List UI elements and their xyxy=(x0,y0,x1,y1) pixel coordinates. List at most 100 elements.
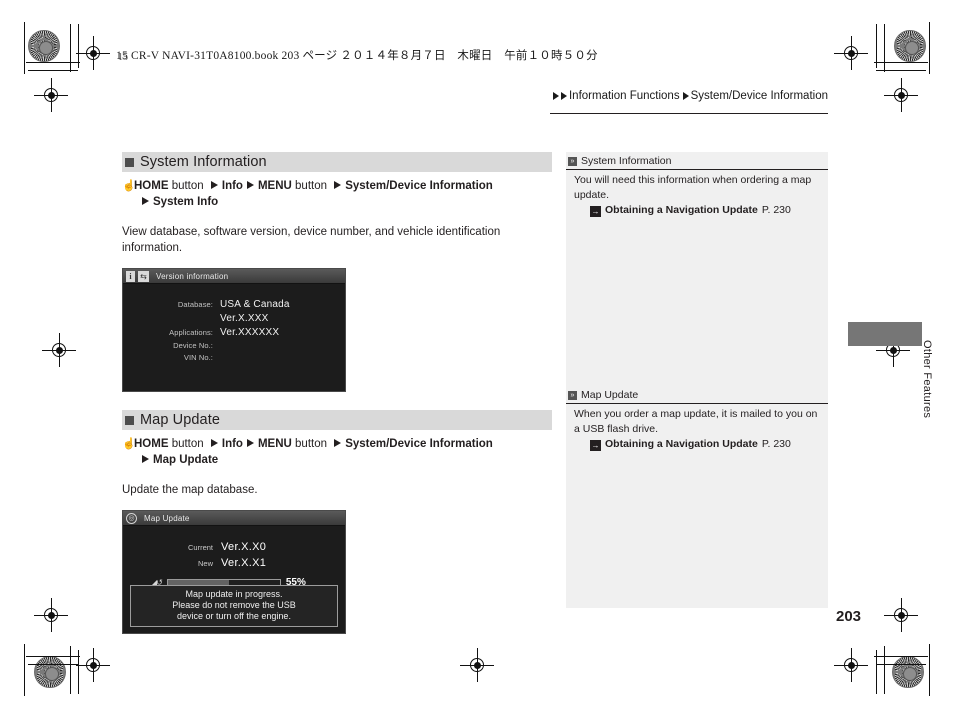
path-token-system-device-information: System/Device Information xyxy=(345,438,493,450)
map-update-message-box: Map update in progress. Please do not re… xyxy=(130,585,338,627)
chapter-thumb-tab-label: Other Features xyxy=(921,340,933,419)
note-title: Map Update xyxy=(581,389,639,401)
note-header: » System Information xyxy=(566,152,828,169)
info-icon: i xyxy=(126,270,135,282)
note-divider xyxy=(566,169,828,170)
registration-mark-left-lower xyxy=(34,598,68,632)
nav-screen-title: Map Update xyxy=(144,513,190,523)
field-value-database: USA & Canada xyxy=(220,299,290,310)
xref-page: P. 230 xyxy=(761,438,791,450)
field-label-database: Database: xyxy=(177,300,213,309)
hand-pointer-icon: ☝ xyxy=(122,438,136,450)
note-cross-reference[interactable]: → Obtaining a Navigation Update P. 230 xyxy=(566,203,828,218)
path-token-info: Info xyxy=(221,438,243,450)
field-value-new: Ver.X.X1 xyxy=(221,557,267,569)
path-token-button: button xyxy=(168,180,207,192)
note-divider xyxy=(566,403,828,404)
triangle-right-icon xyxy=(552,92,559,100)
triangle-right-icon xyxy=(682,92,689,100)
square-bullet-icon xyxy=(125,415,134,425)
hand-pointer-icon: ☝ xyxy=(122,180,136,192)
path-token-map-update: Map Update xyxy=(153,454,219,466)
triangle-right-icon xyxy=(246,180,254,189)
triangle-right-icon xyxy=(142,454,149,463)
registration-mark-left-upper xyxy=(34,78,68,112)
nav-screen-titlebar: ◎ Map Update xyxy=(123,511,345,526)
nav-screen-version-information: i ⇆ Version information Database: USA & … xyxy=(122,268,346,392)
nav-screen-titlebar: i ⇆ Version information xyxy=(123,269,345,284)
path-token-info: Info xyxy=(221,180,243,192)
path-token-button: button xyxy=(168,438,207,450)
page-number: 203 xyxy=(836,608,862,625)
triangle-right-icon xyxy=(210,438,218,447)
note-marker-icon: » xyxy=(568,390,577,400)
field-value-database-version: Ver.X.XXX xyxy=(220,313,269,324)
path-token-home: HOME xyxy=(134,180,169,192)
color-registration-starburst-top-left xyxy=(28,30,60,62)
table-row: Ver.X.XXX xyxy=(123,313,345,324)
color-registration-starburst-top-right xyxy=(894,30,926,62)
registration-mark-right-lower xyxy=(884,598,918,632)
path-token-system-device-information: System/Device Information xyxy=(345,180,493,192)
triangle-right-icon xyxy=(334,180,342,189)
message-line-1: Map update in progress. xyxy=(185,589,283,599)
triangle-right-icon xyxy=(142,196,149,205)
path-token-button-2: button xyxy=(291,438,331,450)
triangle-right-icon xyxy=(334,438,342,447)
sidebar-notes-panel: » System Information You will need this … xyxy=(566,152,828,608)
xref-label: Obtaining a Navigation Update xyxy=(605,438,758,450)
triangle-right-icon xyxy=(246,438,254,447)
nav-screen-map-update: ◎ Map Update Current Ver.X.X0 New Ver.X.… xyxy=(122,510,346,634)
table-row: Current Ver.X.X0 xyxy=(123,541,345,553)
note-body: When you order a map update, it is maile… xyxy=(574,408,818,435)
map-update-fields: Current Ver.X.X0 New Ver.X.X1 xyxy=(123,541,345,573)
section-title: System Information xyxy=(140,154,267,170)
breadcrumb: Information Functions System/Device Info… xyxy=(552,90,828,102)
note-system-information: » System Information You will need this … xyxy=(566,152,828,218)
xref-page: P. 230 xyxy=(761,204,791,216)
path-token-system-info: System Info xyxy=(153,196,219,208)
breadcrumb-item-system-device-information: System/Device Information xyxy=(690,90,828,102)
message-line-2: Please do not remove the USB xyxy=(172,600,296,610)
xref-label: Obtaining a Navigation Update xyxy=(605,204,758,216)
return-arrow-icon[interactable]: ⇆ xyxy=(138,270,149,282)
version-info-fields: Database: USA & Canada Ver.X.XXX Applica… xyxy=(123,299,345,365)
field-label-vin-no: VIN No.: xyxy=(183,353,213,362)
jump-arrow-icon: → xyxy=(590,440,601,451)
menu-path-system-information: ☝HOME button Info MENU button System/Devi… xyxy=(122,178,552,210)
header-divider xyxy=(550,113,828,114)
field-label-applications: Applications: xyxy=(169,328,213,337)
menu-path-map-update: ☝HOME button Info MENU button System/Devi… xyxy=(122,436,552,468)
map-update-circle-icon: ◎ xyxy=(126,512,137,524)
section-title: Map Update xyxy=(140,412,220,428)
note-body: You will need this information when orde… xyxy=(574,174,812,201)
path-token-button-2: button xyxy=(291,180,331,192)
registration-mark-right-upper xyxy=(884,78,918,112)
table-row: Applications: Ver.XXXXXX xyxy=(123,327,345,338)
section-body-system-information: View database, software version, device … xyxy=(122,226,501,254)
nav-screen-title: Version information xyxy=(156,271,229,281)
note-cross-reference[interactable]: → Obtaining a Navigation Update P. 230 xyxy=(566,437,828,452)
section-heading-map-update: Map Update xyxy=(122,410,552,430)
section-heading-system-information: System Information xyxy=(122,152,552,172)
field-label-device-no: Device No.: xyxy=(173,341,213,350)
breadcrumb-item-information-functions: Information Functions xyxy=(568,90,680,102)
message-line-3: device or turn off the engine. xyxy=(177,611,291,621)
note-title: System Information xyxy=(581,155,672,167)
color-registration-starburst-bottom-left xyxy=(34,656,66,688)
table-row: Database: USA & Canada xyxy=(123,299,345,310)
jump-arrow-icon: → xyxy=(590,206,601,217)
color-registration-starburst-bottom-right xyxy=(892,656,924,688)
path-token-menu: MENU xyxy=(257,438,292,450)
table-row: Device No.: xyxy=(123,341,345,350)
registration-mark-top-left xyxy=(76,36,110,70)
triangle-right-icon xyxy=(560,92,567,100)
field-label-current: Current xyxy=(187,543,213,552)
registration-mark-left-middle xyxy=(42,333,76,367)
registration-mark-bottom-center xyxy=(460,648,494,682)
triangle-right-icon xyxy=(210,180,218,189)
main-content-column: System Information ☝HOME button Info MENU… xyxy=(122,152,552,634)
square-bullet-icon xyxy=(125,157,134,167)
path-token-menu: MENU xyxy=(257,180,292,192)
field-value-applications: Ver.XXXXXX xyxy=(220,327,280,338)
